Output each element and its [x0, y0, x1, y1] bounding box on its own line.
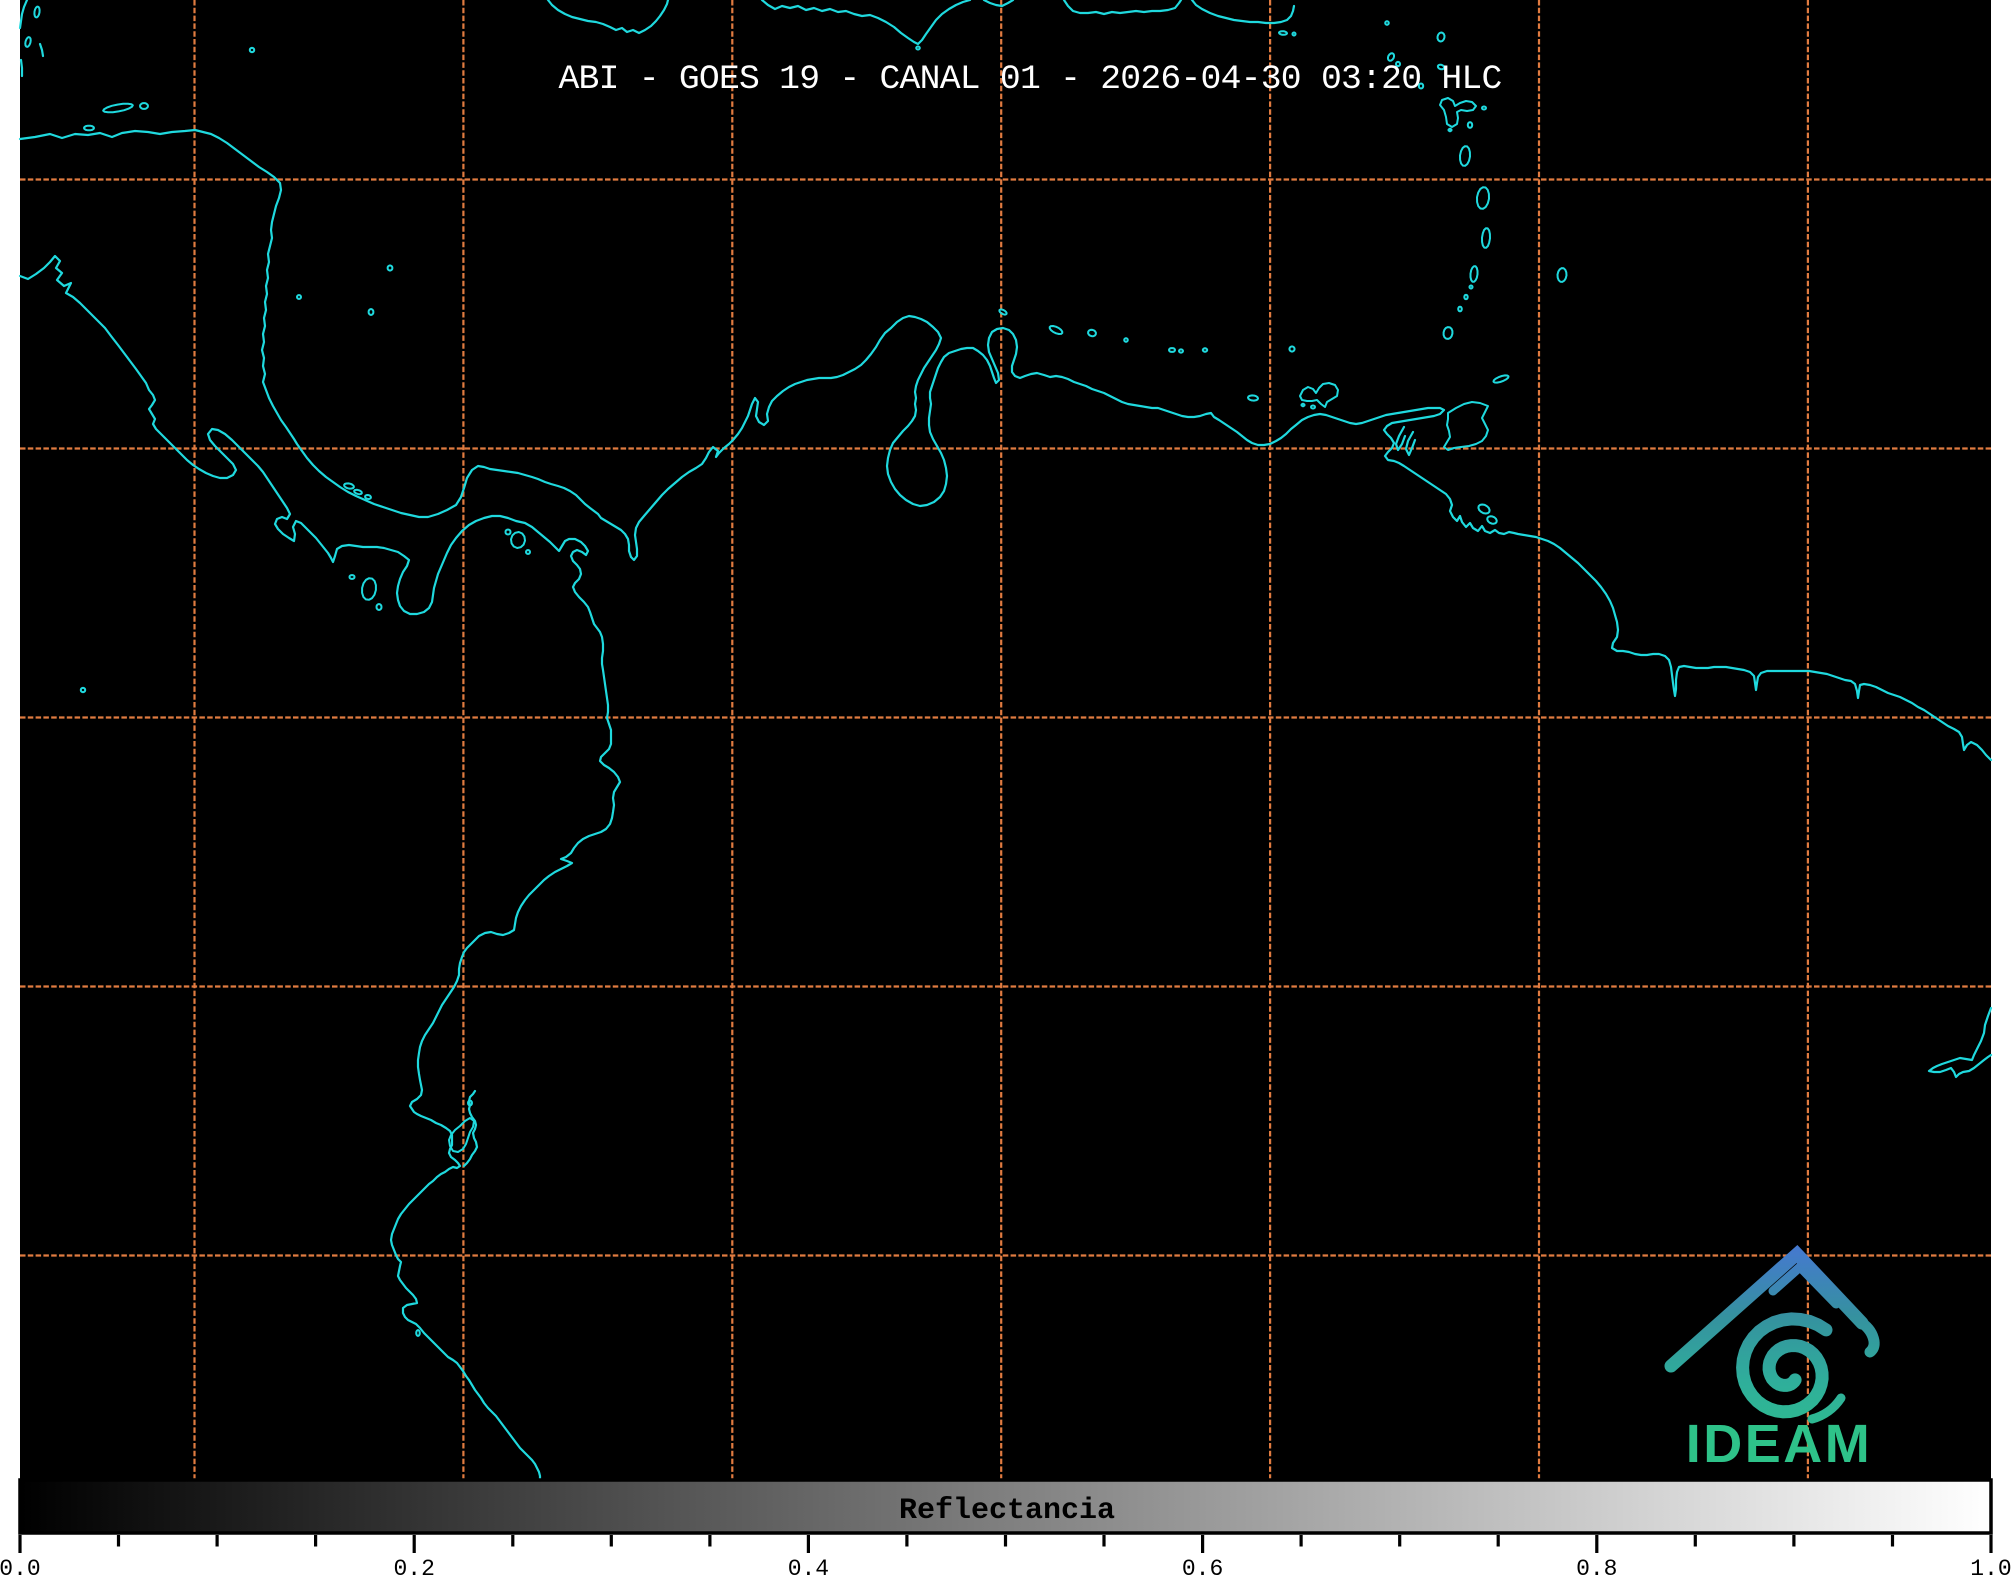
- svg-text:Reflectancia: Reflectancia: [899, 1494, 1115, 1528]
- svg-text:1.0: 1.0: [1970, 1556, 2011, 1577]
- svg-text:0.6: 0.6: [1182, 1556, 1223, 1577]
- svg-text:0.2: 0.2: [393, 1556, 434, 1577]
- svg-text:0.4: 0.4: [788, 1556, 829, 1577]
- svg-text:0.0: 0.0: [0, 1556, 41, 1577]
- svg-text:0.8: 0.8: [1576, 1556, 1617, 1577]
- svg-text:IDEAM: IDEAM: [1686, 1414, 1873, 1474]
- svg-text:ABI - GOES 19 - CANAL 01 - 202: ABI - GOES 19 - CANAL 01 - 2026-04-30 03…: [558, 60, 1501, 99]
